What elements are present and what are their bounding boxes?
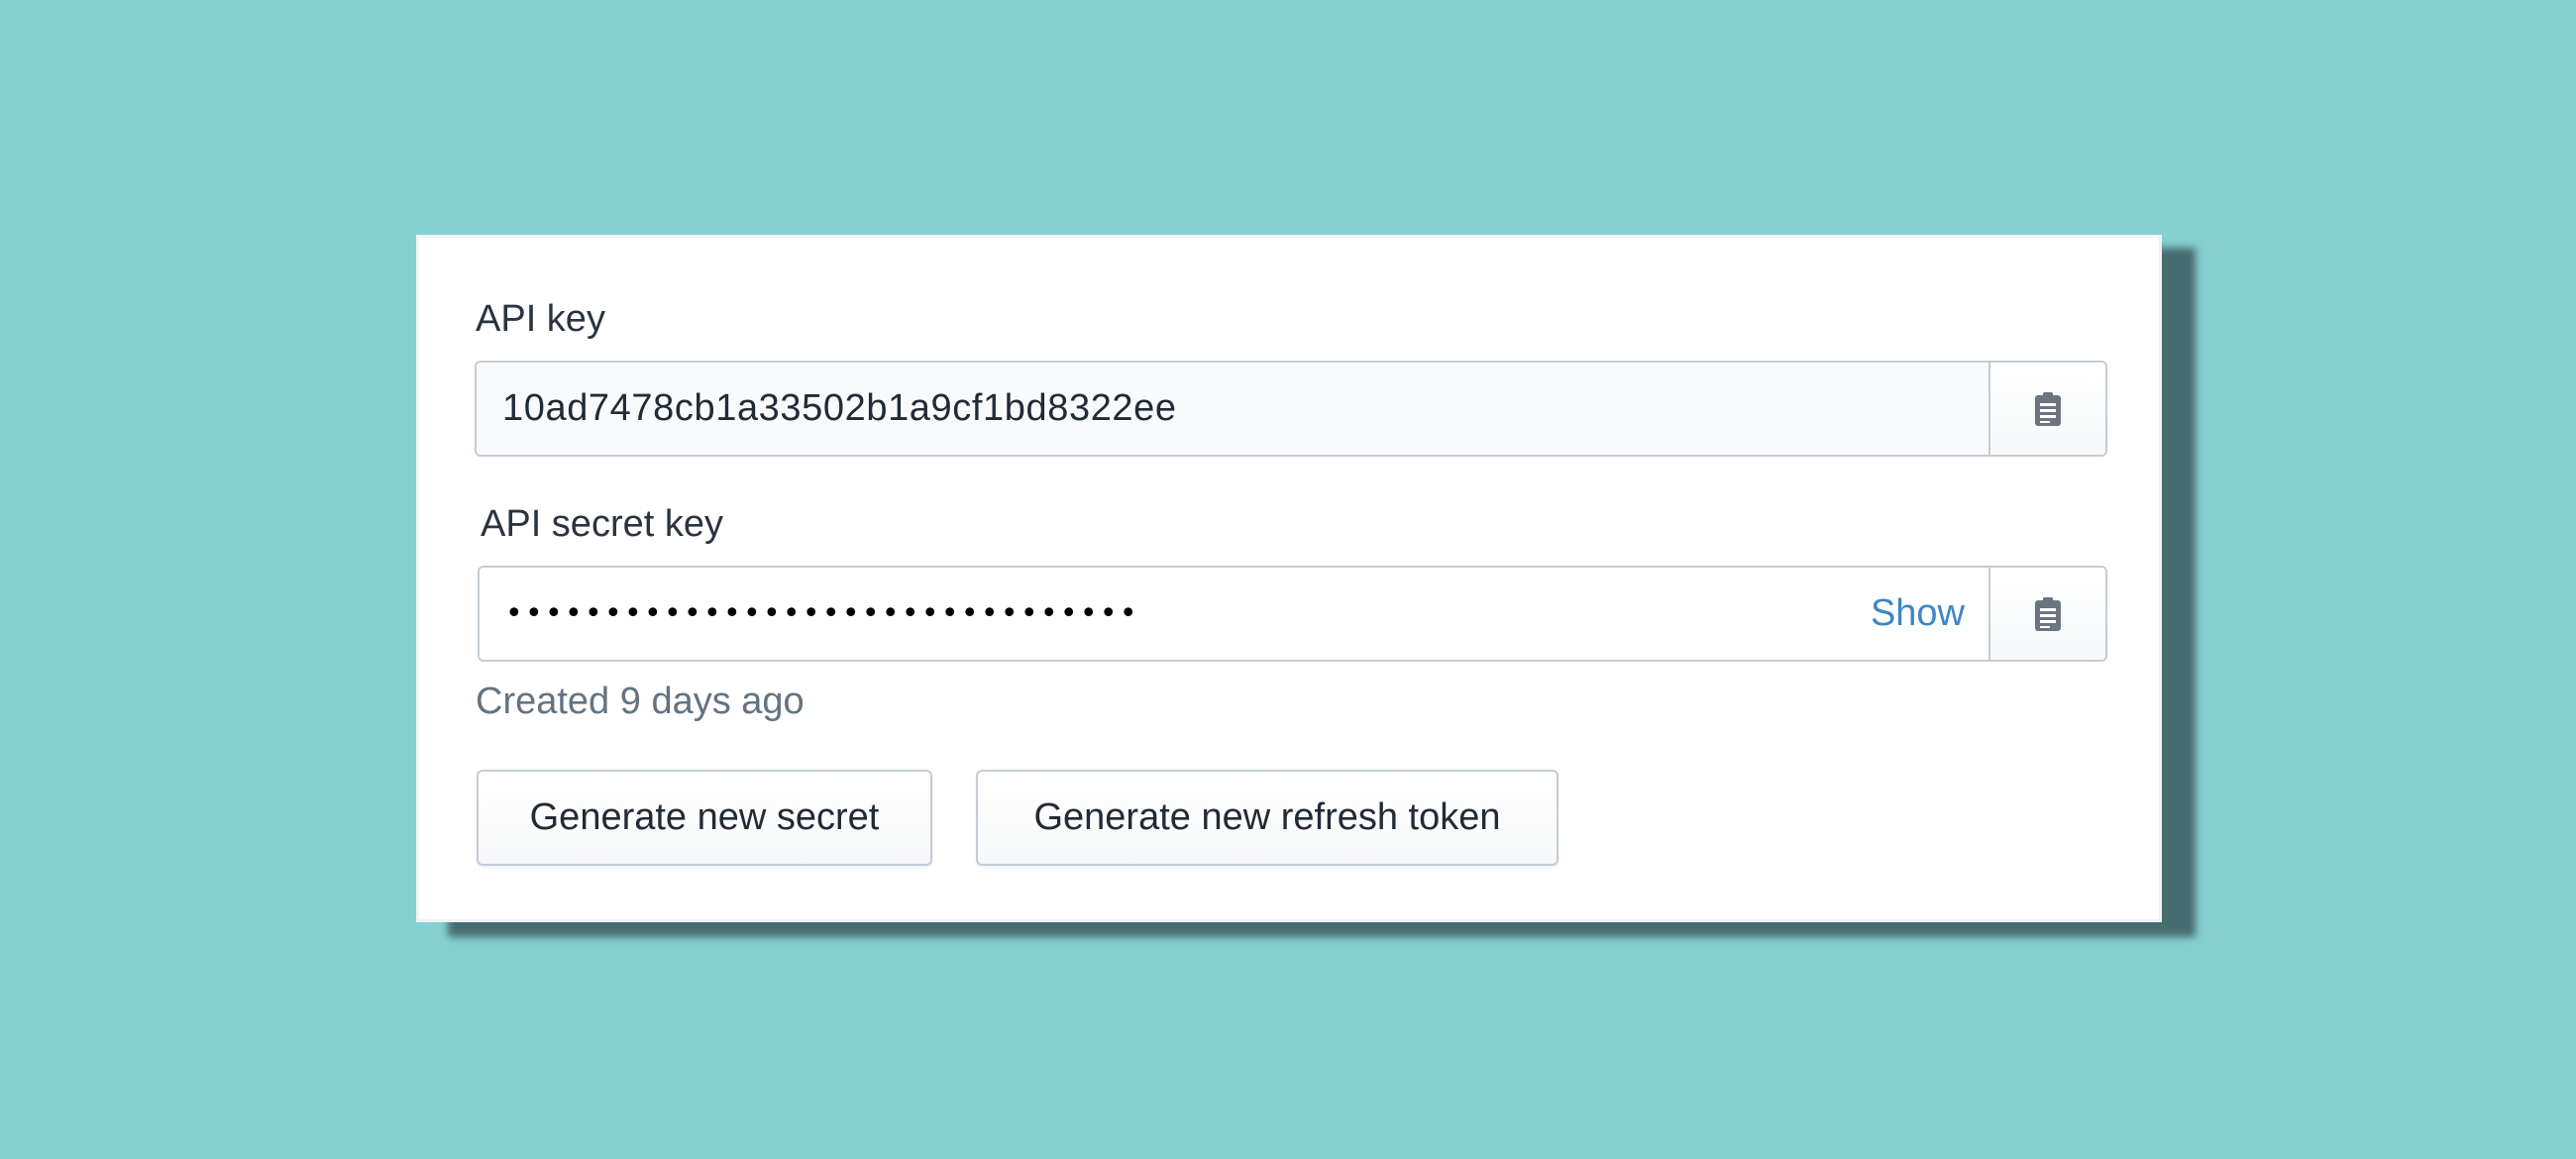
api-credentials-card: API key 10ad7478cb1a33502b1a9cf1bd8322ee… [416, 235, 2162, 922]
api-key-field: 10ad7478cb1a33502b1a9cf1bd8322ee [475, 361, 2107, 457]
generate-new-refresh-token-button[interactable]: Generate new refresh token [976, 770, 1558, 866]
copy-api-secret-button[interactable] [1988, 568, 2105, 660]
api-secret-label: API secret key [481, 503, 723, 545]
api-secret-masked-value: •••••••••••••••••••••••••••••••• [505, 596, 1139, 631]
api-secret-field: •••••••••••••••••••••••••••••••• Show [478, 566, 2107, 662]
api-key-value: 10ad7478cb1a33502b1a9cf1bd8322ee [502, 387, 1177, 429]
clipboard-icon [2035, 391, 2061, 426]
show-secret-link[interactable]: Show [1871, 592, 1965, 635]
api-key-input[interactable]: 10ad7478cb1a33502b1a9cf1bd8322ee [477, 363, 1988, 455]
api-secret-input[interactable]: •••••••••••••••••••••••••••••••• Show [480, 568, 1988, 660]
api-key-label: API key [476, 298, 605, 340]
secret-created-text: Created 9 days ago [476, 681, 805, 722]
generate-new-secret-button[interactable]: Generate new secret [477, 770, 932, 866]
copy-api-key-button[interactable] [1988, 363, 2105, 455]
clipboard-icon [2035, 596, 2061, 631]
